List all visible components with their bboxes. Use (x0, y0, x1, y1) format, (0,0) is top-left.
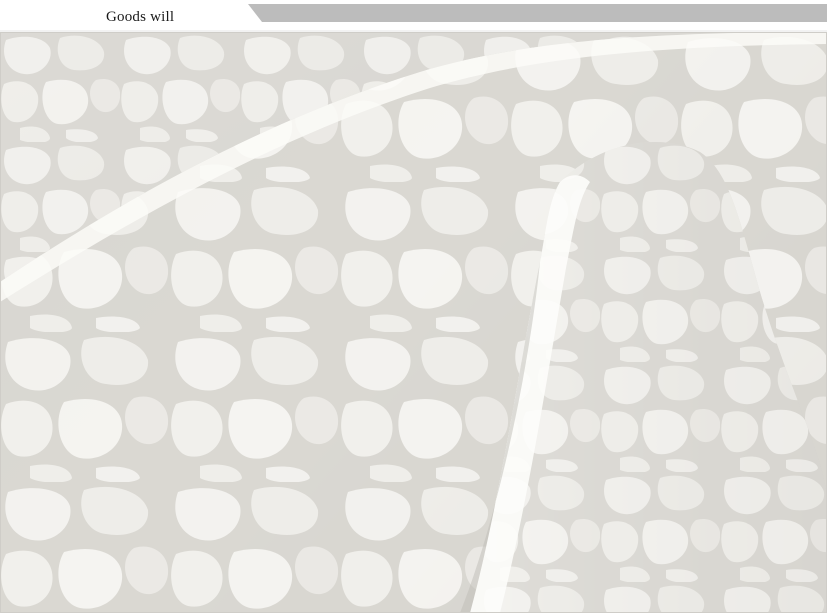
header-title: Goods will (106, 9, 175, 25)
wallpaper-roll-image (0, 32, 827, 613)
product-photo (0, 32, 827, 613)
header-bar: Goods will (0, 0, 827, 32)
